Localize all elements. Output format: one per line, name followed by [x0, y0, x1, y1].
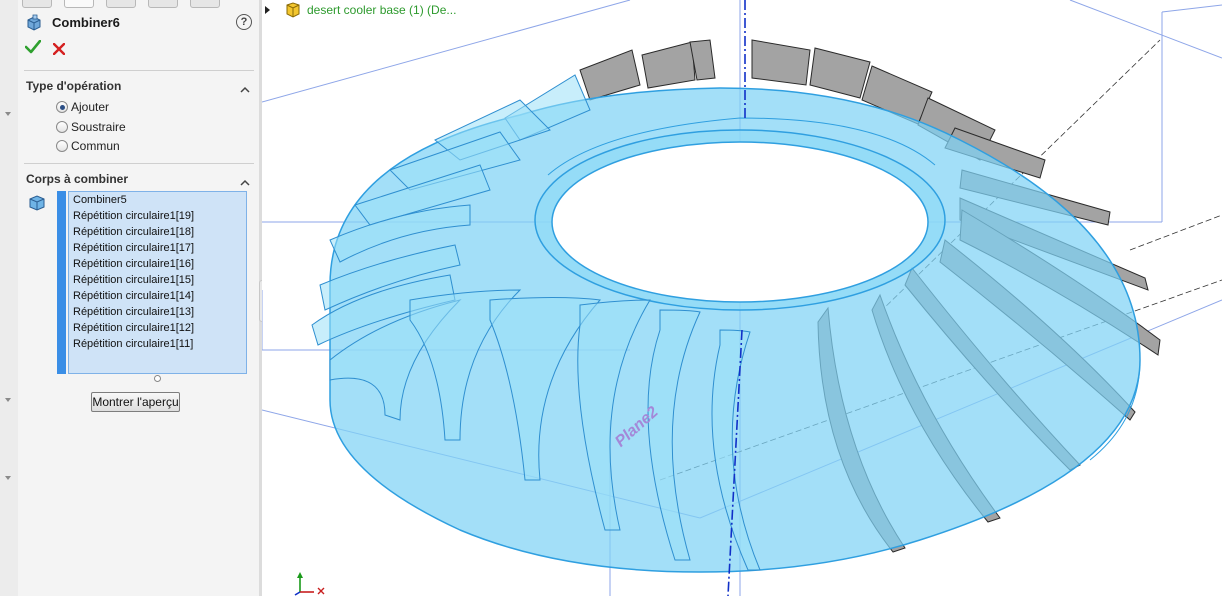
edge-arrow-icon[interactable]: [5, 112, 11, 116]
part-name-label[interactable]: desert cooler base (1) (De...: [307, 3, 456, 17]
list-item[interactable]: Répétition circulaire1[14]: [69, 288, 246, 304]
radio-label: Commun: [71, 139, 120, 153]
property-manager-tab[interactable]: [64, 0, 94, 8]
edge-arrow-icon[interactable]: [5, 476, 11, 480]
chevron-up-icon[interactable]: [240, 80, 250, 98]
dimxpert-manager-tab[interactable]: [148, 0, 178, 8]
radio-button[interactable]: [56, 140, 68, 152]
coordinate-triad-icon: [292, 570, 328, 601]
combine-feature-icon: [26, 14, 44, 37]
operation-type-section: Type d'opération Ajouter Soustraire Comm…: [24, 70, 254, 163]
left-edge-strip: [0, 0, 19, 596]
display-manager-tab[interactable]: [190, 0, 220, 8]
part-icon: [284, 1, 302, 24]
list-item[interactable]: Combiner5: [69, 192, 246, 208]
list-item[interactable]: Répétition circulaire1[15]: [69, 272, 246, 288]
configuration-manager-tab[interactable]: [106, 0, 136, 8]
list-item[interactable]: Répétition circulaire1[13]: [69, 304, 246, 320]
list-item[interactable]: Répétition circulaire1[19]: [69, 208, 246, 224]
list-item[interactable]: Répétition circulaire1[11]: [69, 336, 246, 352]
list-item[interactable]: Répétition circulaire1[18]: [69, 224, 246, 240]
chevron-up-icon[interactable]: [240, 173, 250, 191]
list-resize-handle[interactable]: [154, 375, 161, 382]
bodies-to-combine-title: Corps à combiner: [26, 172, 129, 186]
radio-label: Ajouter: [71, 100, 110, 114]
radio-label: Soustraire: [71, 120, 126, 134]
list-item[interactable]: Répétition circulaire1[12]: [69, 320, 246, 336]
red-x-icon[interactable]: [52, 42, 66, 60]
selection-list-active-bar: [57, 191, 66, 374]
feature-title: Combiner6: [52, 15, 120, 30]
list-item[interactable]: Répétition circulaire1[17]: [69, 240, 246, 256]
feature-manager-tab[interactable]: [22, 0, 52, 8]
radio-button-checked[interactable]: [56, 101, 68, 113]
show-preview-button[interactable]: Montrer l'aperçu: [91, 392, 180, 412]
model-scene[interactable]: [262, 0, 1222, 596]
green-check-icon[interactable]: [24, 39, 42, 59]
solid-body-icon: [28, 194, 46, 217]
operation-type-title: Type d'opération: [26, 79, 122, 93]
edge-arrow-icon[interactable]: [5, 398, 11, 402]
bodies-selection-list[interactable]: Combiner5 Répétition circulaire1[19] Rép…: [68, 191, 247, 374]
expand-arrow-icon[interactable]: [265, 6, 270, 14]
help-icon[interactable]: ?: [236, 14, 252, 30]
property-manager-panel: Combiner6 ? Type d'opération Ajouter Sou…: [18, 0, 259, 596]
radio-button[interactable]: [56, 121, 68, 133]
feature-title-row: Combiner6 ?: [26, 12, 252, 34]
list-item[interactable]: Répétition circulaire1[16]: [69, 256, 246, 272]
manager-tabs: [18, 0, 259, 8]
